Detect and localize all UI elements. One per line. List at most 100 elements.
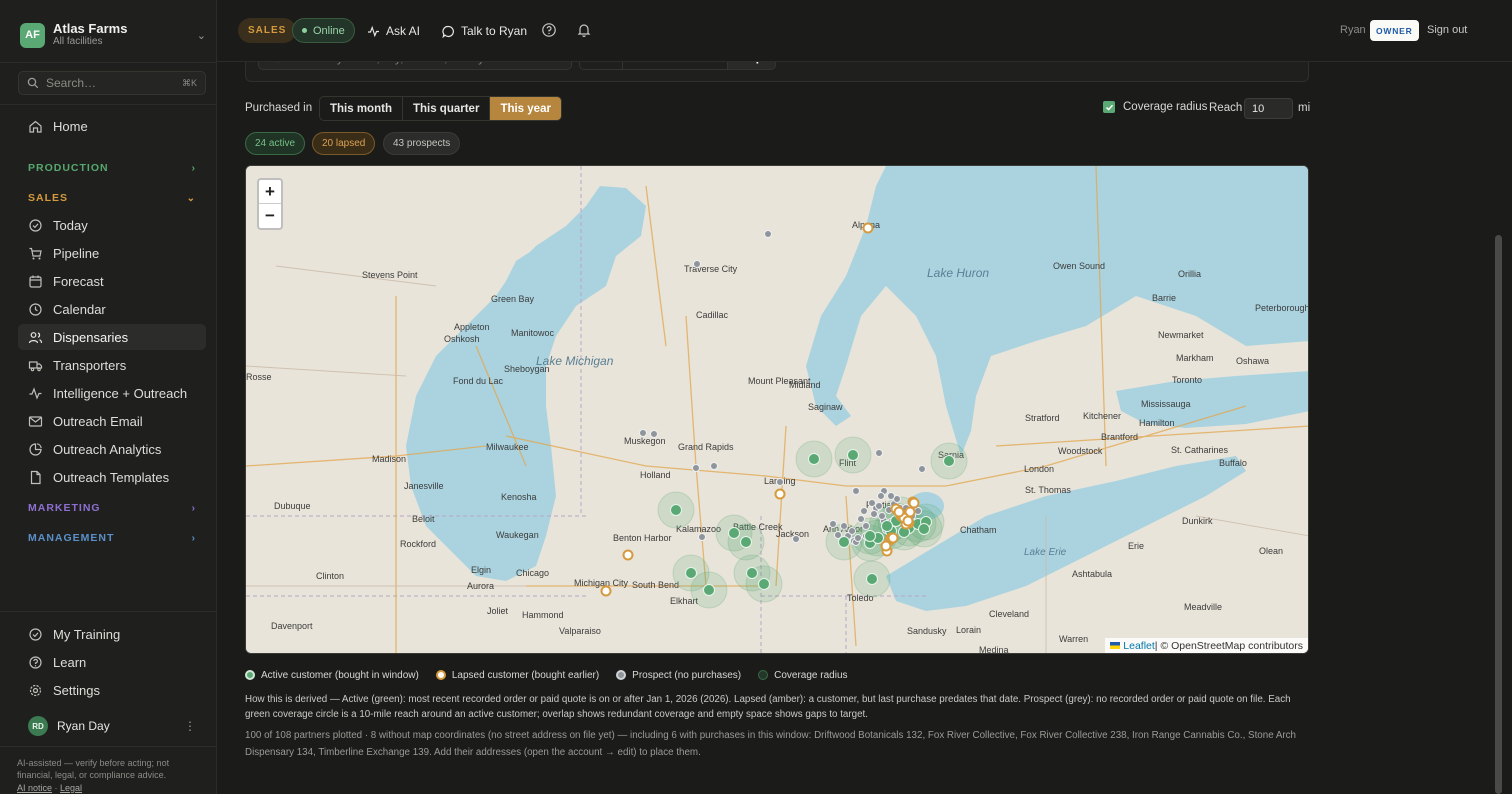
section-production[interactable]: PRODUCTION › xyxy=(28,161,196,175)
prospect-marker[interactable] xyxy=(698,533,706,541)
prospect-marker[interactable] xyxy=(857,515,865,523)
active-customer-marker[interactable] xyxy=(703,584,715,596)
active-customer-marker[interactable] xyxy=(918,523,930,535)
checkbox-checked-icon[interactable] xyxy=(1103,101,1115,113)
active-customer-marker[interactable] xyxy=(866,573,878,585)
active-customer-marker[interactable] xyxy=(746,567,758,579)
legend-active: Active customer (bought in window) xyxy=(245,670,419,681)
ask-ai-button[interactable]: Ask AI xyxy=(367,21,420,41)
bell-icon[interactable] xyxy=(576,22,592,38)
lapsed-customer-marker[interactable] xyxy=(887,532,899,544)
lapsed-customer-marker[interactable] xyxy=(774,488,786,500)
prospect-marker[interactable] xyxy=(868,499,876,507)
sign-out-link[interactable]: Sign out xyxy=(1427,24,1467,36)
coverage-radius-toggle[interactable]: Coverage radius xyxy=(1103,101,1207,113)
more-vertical-icon[interactable]: ⋮ xyxy=(184,719,196,733)
section-management[interactable]: MANAGEMENT › xyxy=(28,531,196,545)
sidebar-item-intelligence-outreach[interactable]: Intelligence + Outreach xyxy=(18,380,206,406)
active-customer-marker[interactable] xyxy=(847,449,859,461)
active-customer-marker[interactable] xyxy=(685,567,697,579)
prospect-marker[interactable] xyxy=(875,449,883,457)
sidebar-item-my-training[interactable]: My Training xyxy=(18,621,206,647)
prospect-marker[interactable] xyxy=(860,507,868,515)
active-customer-marker[interactable] xyxy=(740,536,752,548)
active-customer-marker[interactable] xyxy=(864,530,876,542)
period-this-quarter[interactable]: This quarter xyxy=(403,97,491,120)
prospect-marker[interactable] xyxy=(650,430,658,438)
facility-switcher[interactable]: AF Atlas Farms All facilities ⌄ xyxy=(20,22,206,48)
sidebar-item-transporters[interactable]: Transporters xyxy=(18,352,206,378)
active-customer-marker[interactable] xyxy=(758,578,770,590)
sidebar-item-dispensaries[interactable]: Dispensaries xyxy=(18,324,206,350)
sidebar-item-pipeline[interactable]: Pipeline xyxy=(18,240,206,266)
scrollbar-thumb[interactable] xyxy=(1495,235,1502,794)
legal-link[interactable]: Legal xyxy=(60,783,82,793)
lapsed-customer-marker[interactable] xyxy=(893,506,905,518)
section-marketing[interactable]: MARKETING › xyxy=(28,501,196,515)
sidebar-item-outreach-email[interactable]: Outreach Email xyxy=(18,408,206,434)
mode-badge[interactable]: SALES xyxy=(238,18,297,43)
lapsed-customer-marker[interactable] xyxy=(862,222,874,234)
chevron-right-icon: › xyxy=(191,532,196,544)
prospect-marker[interactable] xyxy=(693,260,701,268)
leaflet-link[interactable]: Leaflet xyxy=(1123,640,1155,652)
ai-notice-link[interactable]: AI notice xyxy=(17,783,52,793)
sidebar-item-today[interactable]: Today xyxy=(18,212,206,238)
active-customer-marker[interactable] xyxy=(728,527,740,539)
reach-input[interactable] xyxy=(1244,98,1293,119)
sidebar-item-calendar[interactable]: Calendar xyxy=(18,296,206,322)
prospect-marker[interactable] xyxy=(914,507,922,515)
city-label: Saginaw xyxy=(808,402,843,412)
lapsed-count-chip[interactable]: 20 lapsed xyxy=(312,132,376,155)
prospect-marker[interactable] xyxy=(776,478,784,486)
active-customer-marker[interactable] xyxy=(670,504,682,516)
zoom-out-button[interactable]: − xyxy=(259,204,281,228)
sidebar-item-settings[interactable]: Settings xyxy=(18,677,206,703)
prospect-marker[interactable] xyxy=(862,522,870,530)
prospect-marker[interactable] xyxy=(840,522,848,530)
help-circle-icon[interactable] xyxy=(541,22,557,38)
lapsed-customer-marker[interactable] xyxy=(902,515,914,527)
prospect-marker[interactable] xyxy=(918,465,926,473)
prospect-marker[interactable] xyxy=(877,492,885,500)
sidebar-search[interactable]: Search… ⌘K xyxy=(18,71,206,95)
prospect-marker[interactable] xyxy=(854,534,862,542)
map-basemap[interactable]: Lake Michigan Lake Huron Lake Erie Alpen… xyxy=(246,166,1309,654)
active-customer-marker[interactable] xyxy=(881,520,893,532)
prospect-marker[interactable] xyxy=(710,462,718,470)
lapsed-customer-marker[interactable] xyxy=(600,585,612,597)
sidebar-item-outreach-analytics[interactable]: Outreach Analytics xyxy=(18,436,206,462)
active-customer-marker[interactable] xyxy=(943,455,955,467)
talk-button[interactable]: Talk to Ryan xyxy=(442,21,527,41)
prospect-marker[interactable] xyxy=(870,510,878,518)
prospect-marker[interactable] xyxy=(692,464,700,472)
prospect-marker[interactable] xyxy=(829,520,837,528)
clock-icon xyxy=(29,302,42,316)
lapsed-customer-marker[interactable] xyxy=(622,549,634,561)
sidebar-item-learn[interactable]: Learn xyxy=(18,649,206,675)
section-sales[interactable]: SALES ⌄ xyxy=(28,191,196,205)
sidebar-item-home[interactable]: Home xyxy=(18,113,206,139)
prospect-marker[interactable] xyxy=(878,512,886,520)
period-this-year[interactable]: This year xyxy=(490,97,561,120)
active-count-chip[interactable]: 24 active xyxy=(245,132,306,155)
prospect-marker[interactable] xyxy=(764,230,772,238)
prospect-marker[interactable] xyxy=(875,502,883,510)
prospect-marker[interactable] xyxy=(639,429,647,437)
prospect-marker[interactable] xyxy=(852,487,860,495)
active-customer-marker[interactable] xyxy=(838,536,850,548)
sidebar-item-outreach-templates[interactable]: Outreach Templates xyxy=(18,464,206,490)
prospect-marker[interactable] xyxy=(887,492,895,500)
user-menu[interactable]: RD Ryan Day ⋮ xyxy=(28,716,196,736)
period-this-month[interactable]: This month xyxy=(320,97,403,120)
zoom-in-button[interactable]: + xyxy=(259,180,281,204)
prospect-marker[interactable] xyxy=(848,527,856,535)
divider xyxy=(0,746,217,747)
lapsed-customer-marker[interactable] xyxy=(908,497,920,509)
active-customer-marker[interactable] xyxy=(808,453,820,465)
lapsed-customer-marker[interactable] xyxy=(880,540,892,552)
sidebar-item-forecast[interactable]: Forecast xyxy=(18,268,206,294)
prospect-count-chip[interactable]: 43 prospects xyxy=(383,132,461,155)
partner-map[interactable]: Lake Michigan Lake Huron Lake Erie Alpen… xyxy=(245,165,1309,654)
prospect-marker[interactable] xyxy=(792,535,800,543)
